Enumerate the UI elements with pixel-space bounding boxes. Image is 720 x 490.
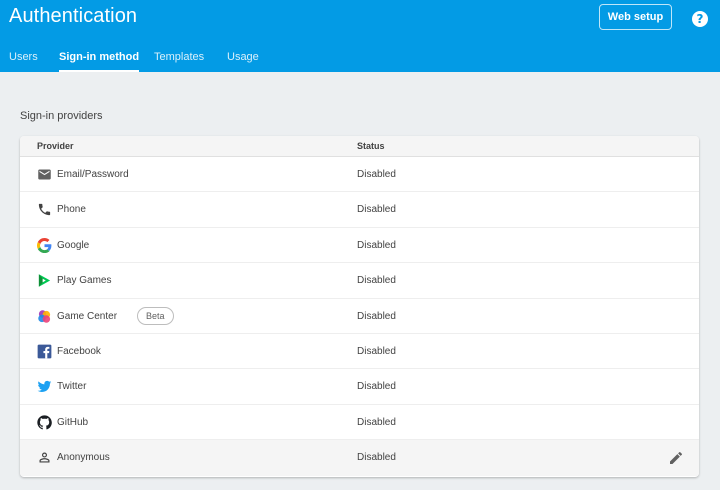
provider-name: Twitter (57, 381, 87, 393)
provider-name: Email/Password (57, 169, 129, 180)
table-row-email-password[interactable]: Email/Password Disabled (20, 157, 699, 193)
game-center-icon (38, 309, 51, 323)
provider-name: Game Center (57, 310, 118, 322)
provider-name: Phone (57, 204, 86, 216)
providers-table: Provider Status Email/Password Disabled … (20, 136, 699, 477)
app-header: Authentication Web setup ? Users Sign-in… (0, 0, 720, 72)
column-header-provider: Provider (37, 141, 74, 151)
table-row-play-games[interactable]: Play Games Disabled (20, 263, 699, 299)
provider-status: Disabled (357, 169, 396, 180)
column-header-status: Status (357, 141, 385, 151)
page-title: Authentication (9, 5, 138, 27)
provider-status: Disabled (357, 239, 396, 251)
provider-name: Play Games (57, 275, 112, 287)
google-icon (37, 237, 52, 253)
table-row-anonymous[interactable]: Anonymous Disabled (20, 440, 699, 476)
tab-users[interactable]: Users (9, 44, 38, 72)
phone-icon (38, 204, 51, 216)
provider-name: Facebook (57, 345, 101, 357)
table-row-facebook[interactable]: Facebook Disabled (20, 334, 699, 370)
facebook-icon (37, 344, 52, 359)
tab-sign-in-method[interactable]: Sign-in method (59, 44, 140, 72)
provider-name: GitHub (57, 416, 89, 428)
edit-pencil-icon[interactable] (668, 450, 684, 466)
provider-status: Disabled (357, 204, 396, 216)
provider-status: Disabled (357, 275, 396, 287)
person-icon (39, 452, 50, 463)
provider-name: Google (57, 239, 90, 251)
table-row-google[interactable]: Google Disabled (20, 228, 699, 264)
email-icon (38, 169, 51, 180)
help-icon[interactable]: ? (692, 11, 708, 27)
tab-templates[interactable]: Templates (154, 44, 204, 72)
provider-status: Disabled (357, 452, 396, 464)
table-row-twitter[interactable]: Twitter Disabled (20, 369, 699, 405)
beta-badge: Beta (137, 306, 174, 325)
table-header: Provider Status (20, 136, 699, 157)
table-row-game-center[interactable]: Game Center Beta Disabled (20, 299, 699, 334)
provider-name: Anonymous (57, 452, 110, 464)
github-icon (37, 415, 52, 430)
twitter-icon (37, 381, 52, 393)
web-setup-button[interactable]: Web setup (599, 4, 672, 30)
play-games-icon (38, 274, 51, 287)
provider-status: Disabled (357, 345, 396, 357)
provider-status: Disabled (357, 416, 396, 428)
table-row-phone[interactable]: Phone Disabled (20, 192, 699, 228)
table-row-github[interactable]: GitHub Disabled (20, 405, 699, 441)
provider-status: Disabled (357, 381, 396, 393)
tab-usage[interactable]: Usage (227, 44, 259, 72)
provider-status: Disabled (357, 310, 396, 322)
section-label: Sign-in providers (20, 110, 103, 122)
